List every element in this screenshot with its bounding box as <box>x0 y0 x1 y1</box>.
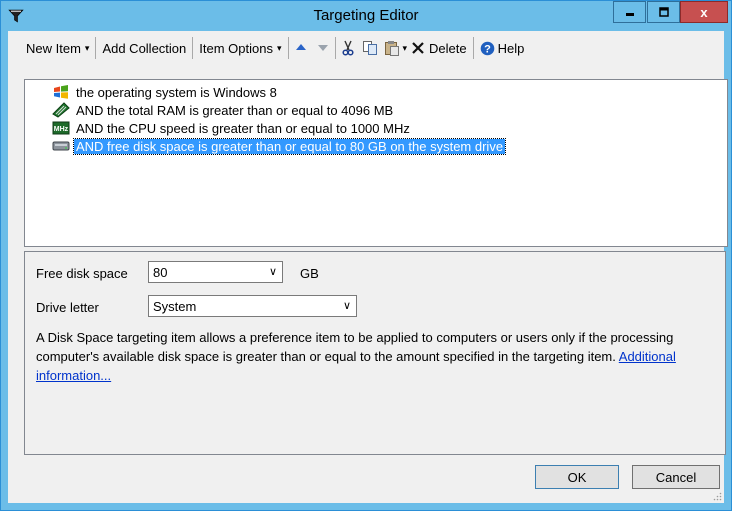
list-item-selected[interactable]: AND free disk space is greater than or e… <box>52 137 507 155</box>
free-disk-space-value: 80 <box>153 264 168 280</box>
list-item[interactable]: AND the total RAM is greater than or equ… <box>52 101 395 119</box>
ram-icon <box>52 102 70 118</box>
help-icon: ? <box>480 41 494 55</box>
item-text: AND the total RAM is greater than or equ… <box>76 102 394 118</box>
free-disk-space-label: Free disk space <box>36 266 128 281</box>
toolbar-separator <box>472 37 474 59</box>
toolbar-separator <box>192 37 194 59</box>
item-text: AND the CPU speed is greater than or equ… <box>76 120 410 136</box>
help-label: Help <box>497 40 525 56</box>
add-collection-button[interactable]: Add Collection <box>97 36 191 60</box>
client-area: New Item ▾ Add Collection Item Options ▾ <box>8 31 728 503</box>
cut-icon[interactable] <box>339 39 357 57</box>
disk-drive-icon <box>52 138 70 154</box>
paste-options-chevron-icon[interactable]: ▾ <box>403 43 408 54</box>
chevron-down-icon: ∨ <box>342 300 351 312</box>
resize-grip-icon[interactable] <box>712 491 722 501</box>
cpu-mhz-icon: MHz <box>52 120 70 136</box>
paste-icon[interactable] <box>383 39 401 57</box>
title-bar[interactable]: Targeting Editor x <box>1 1 731 31</box>
item-text: AND free disk space is greater than or e… <box>72 137 507 155</box>
new-item-label: New Item <box>26 40 81 56</box>
move-up-icon[interactable] <box>292 39 310 57</box>
delete-icon <box>412 42 424 54</box>
windows-icon <box>52 84 70 100</box>
ok-button[interactable]: OK <box>535 465 619 489</box>
chevron-down-icon: ▾ <box>276 42 282 53</box>
minimize-icon <box>625 13 634 16</box>
copy-icon[interactable] <box>361 39 379 57</box>
chevron-down-icon: ∨ <box>268 266 277 278</box>
close-icon: x <box>700 4 708 20</box>
toolbar-separator <box>287 37 289 59</box>
minimize-button[interactable] <box>613 1 646 23</box>
close-button[interactable]: x <box>680 1 728 23</box>
chevron-down-icon: ▾ <box>84 42 90 53</box>
cpu-icon-label: MHz <box>54 126 69 133</box>
toolbar-separator <box>334 37 336 59</box>
item-options-label: Item Options <box>199 40 273 56</box>
targeting-items-list[interactable]: the operating system is Windows 8 AND th… <box>24 79 728 247</box>
delete-label: Delete <box>429 40 467 56</box>
item-options-menu[interactable]: Item Options ▾ <box>194 36 286 60</box>
item-text: the operating system is Windows 8 <box>76 84 277 100</box>
toolbar-separator <box>95 37 97 59</box>
drive-letter-value: System <box>153 298 197 314</box>
unit-label: GB <box>300 266 319 281</box>
maximize-button[interactable] <box>647 1 680 23</box>
delete-button[interactable]: Delete <box>409 36 472 60</box>
svg-text:?: ? <box>484 43 491 55</box>
toolbar: New Item ▾ Add Collection Item Options ▾ <box>8 31 724 65</box>
drive-letter-label: Drive letter <box>36 300 99 315</box>
drive-letter-select[interactable]: System ∨ <box>148 295 357 317</box>
list-item[interactable]: the operating system is Windows 8 <box>52 83 279 101</box>
new-item-menu[interactable]: New Item ▾ <box>21 36 94 60</box>
description-text: A Disk Space targeting item allows a pre… <box>36 330 674 364</box>
help-button[interactable]: ? Help <box>475 36 530 60</box>
maximize-icon <box>658 7 669 17</box>
move-down-icon[interactable] <box>314 39 332 57</box>
free-disk-space-combobox[interactable]: 80 ∨ <box>148 261 283 283</box>
targeting-editor-window: Targeting Editor x New Item ▾ Add Collec… <box>0 0 732 511</box>
list-item[interactable]: MHz AND the CPU speed is greater than or… <box>52 119 412 137</box>
description: A Disk Space targeting item allows a pre… <box>36 328 706 385</box>
properties-panel: Free disk space 80 ∨ GB Drive letter Sys… <box>24 251 726 455</box>
cancel-button[interactable]: Cancel <box>632 465 720 489</box>
